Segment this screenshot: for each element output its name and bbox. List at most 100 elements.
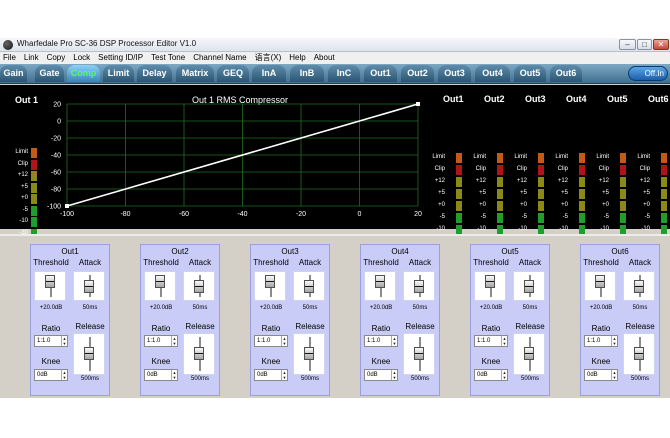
threshold-slider-thumb[interactable] — [155, 275, 165, 288]
attack-slider[interactable] — [513, 271, 545, 301]
tab-delay[interactable]: Delay — [137, 65, 172, 82]
release-slider[interactable] — [183, 333, 215, 375]
ratio-stepper[interactable]: 1:1.0 ▲ ▼ — [34, 335, 68, 347]
ratio-stepper-value: 1:1.0 — [147, 338, 161, 344]
transfer-curve-plot[interactable]: -100 -80 -60 -40 -20 0 20 20 0 -20 -40 -60 -80 -100 — [0, 85, 670, 229]
release-slider-thumb[interactable] — [414, 346, 424, 360]
attack-slider[interactable] — [293, 271, 325, 301]
knee-stepper[interactable]: 0dB ▲ ▼ — [144, 369, 178, 381]
knee-stepper[interactable]: 0dB ▲ ▼ — [34, 369, 68, 381]
knee-stepper-spin-buttons[interactable]: ▲ ▼ — [171, 370, 177, 380]
attack-slider-thumb[interactable] — [84, 280, 94, 293]
menu-item-3[interactable]: Lock — [70, 52, 95, 64]
menu-item-6[interactable]: Channel Name — [190, 52, 251, 64]
threshold-slider[interactable] — [254, 271, 286, 301]
ratio-stepper-spin-buttons[interactable]: ▲ ▼ — [281, 336, 287, 346]
tab-out4[interactable]: Out4 — [475, 65, 510, 82]
menu-item-7[interactable]: 语言(X) — [252, 52, 287, 64]
ratio-stepper[interactable]: 1:1.0 ▲ ▼ — [144, 335, 178, 347]
ratio-stepper[interactable]: 1:1.0 ▲ ▼ — [474, 335, 508, 347]
x-tick-label: -20 — [296, 211, 306, 218]
threshold-slider-thumb[interactable] — [595, 275, 605, 288]
menu-item-1[interactable]: Link — [21, 52, 44, 64]
tab-inb[interactable]: InB — [290, 65, 324, 82]
knee-stepper-spin-buttons[interactable]: ▲ ▼ — [611, 370, 617, 380]
release-slider[interactable] — [623, 333, 655, 375]
release-slider[interactable] — [73, 333, 105, 375]
ratio-stepper-spin-buttons[interactable]: ▲ ▼ — [61, 336, 67, 346]
minimize-button[interactable]: – — [619, 39, 636, 50]
ratio-stepper-spin-buttons[interactable]: ▲ ▼ — [391, 336, 397, 346]
attack-slider[interactable] — [73, 271, 105, 301]
threshold-slider-thumb[interactable] — [375, 275, 385, 288]
attack-slider-thumb[interactable] — [194, 280, 204, 293]
threshold-slider-thumb[interactable] — [265, 275, 275, 288]
threshold-slider[interactable] — [474, 271, 506, 301]
release-slider[interactable] — [513, 333, 545, 375]
ratio-stepper-spin-buttons[interactable]: ▲ ▼ — [501, 336, 507, 346]
tab-geq[interactable]: GEQ — [217, 65, 249, 82]
knee-stepper[interactable]: 0dB ▲ ▼ — [474, 369, 508, 381]
tab-ina[interactable]: InA — [252, 65, 286, 82]
attack-slider[interactable] — [183, 271, 215, 301]
knee-stepper-spin-buttons[interactable]: ▲ ▼ — [61, 370, 67, 380]
menu-item-5[interactable]: Test Tone — [148, 52, 190, 64]
tab-limit[interactable]: Limit — [103, 65, 134, 82]
attack-slider-thumb[interactable] — [414, 280, 424, 293]
knee-stepper[interactable]: 0dB ▲ ▼ — [254, 369, 288, 381]
attack-slider-thumb[interactable] — [634, 280, 644, 293]
attack-slider[interactable] — [623, 271, 655, 301]
tab-comp[interactable]: Comp — [67, 65, 100, 82]
knee-stepper-spin-buttons[interactable]: ▲ ▼ — [391, 370, 397, 380]
menu-item-0[interactable]: File — [0, 52, 21, 64]
tab-gate[interactable]: Gate — [35, 65, 64, 82]
ratio-label: Ratio — [471, 324, 511, 333]
tab-gain[interactable]: Gain — [0, 65, 27, 82]
ratio-stepper[interactable]: 1:1.0 ▲ ▼ — [254, 335, 288, 347]
release-slider[interactable] — [403, 333, 435, 375]
threshold-slider[interactable] — [584, 271, 616, 301]
menu-item-4[interactable]: Setting ID/IP — [95, 52, 148, 64]
release-slider-thumb[interactable] — [634, 346, 644, 360]
tab-out5[interactable]: Out5 — [514, 65, 546, 82]
tab-out1[interactable]: Out1 — [364, 65, 397, 82]
threshold-label: Threshold — [31, 258, 71, 267]
menu-item-9[interactable]: About — [311, 52, 340, 64]
threshold-slider[interactable] — [144, 271, 176, 301]
attack-slider-thumb[interactable] — [304, 280, 314, 293]
threshold-value: +20.0dB — [259, 305, 283, 311]
tab-out6[interactable]: Out6 — [550, 65, 582, 82]
release-slider-thumb[interactable] — [524, 346, 534, 360]
off-in-button[interactable]: Off.In — [628, 66, 668, 81]
ratio-stepper-spin-buttons[interactable]: ▲ ▼ — [611, 336, 617, 346]
knee-stepper[interactable]: 0dB ▲ ▼ — [584, 369, 618, 381]
release-slider-thumb[interactable] — [194, 346, 204, 360]
ratio-stepper-value: 1:1.0 — [587, 338, 601, 344]
tab-bar: Off.In Gain Gate Comp Limit Delay Matrix GEQ In… — [0, 64, 670, 84]
close-button[interactable]: ✕ — [653, 39, 669, 50]
menu-item-2[interactable]: Copy — [44, 52, 71, 64]
threshold-slider[interactable] — [34, 271, 66, 301]
release-slider[interactable] — [293, 333, 325, 375]
tab-out3[interactable]: Out3 — [438, 65, 471, 82]
menu-item-8[interactable]: Help — [286, 52, 310, 64]
tab-inc[interactable]: InC — [328, 65, 360, 82]
ratio-stepper-spin-buttons[interactable]: ▲ ▼ — [171, 336, 177, 346]
knee-stepper[interactable]: 0dB ▲ ▼ — [364, 369, 398, 381]
threshold-slider-thumb[interactable] — [485, 275, 495, 288]
knee-stepper-spin-buttons[interactable]: ▲ ▼ — [501, 370, 507, 380]
ratio-label: Ratio — [31, 324, 71, 333]
ratio-stepper[interactable]: 1:1.0 ▲ ▼ — [584, 335, 618, 347]
app-logo-icon — [3, 40, 13, 50]
maximize-button[interactable]: □ — [637, 39, 652, 50]
release-slider-thumb[interactable] — [84, 346, 94, 360]
threshold-slider[interactable] — [364, 271, 396, 301]
knee-stepper-spin-buttons[interactable]: ▲ ▼ — [281, 370, 287, 380]
ratio-stepper[interactable]: 1:1.0 ▲ ▼ — [364, 335, 398, 347]
tab-matrix[interactable]: Matrix — [176, 65, 214, 82]
release-slider-thumb[interactable] — [304, 346, 314, 360]
attack-slider-thumb[interactable] — [524, 280, 534, 293]
threshold-slider-thumb[interactable] — [45, 275, 55, 288]
tab-out2[interactable]: Out2 — [401, 65, 434, 82]
attack-slider[interactable] — [403, 271, 435, 301]
